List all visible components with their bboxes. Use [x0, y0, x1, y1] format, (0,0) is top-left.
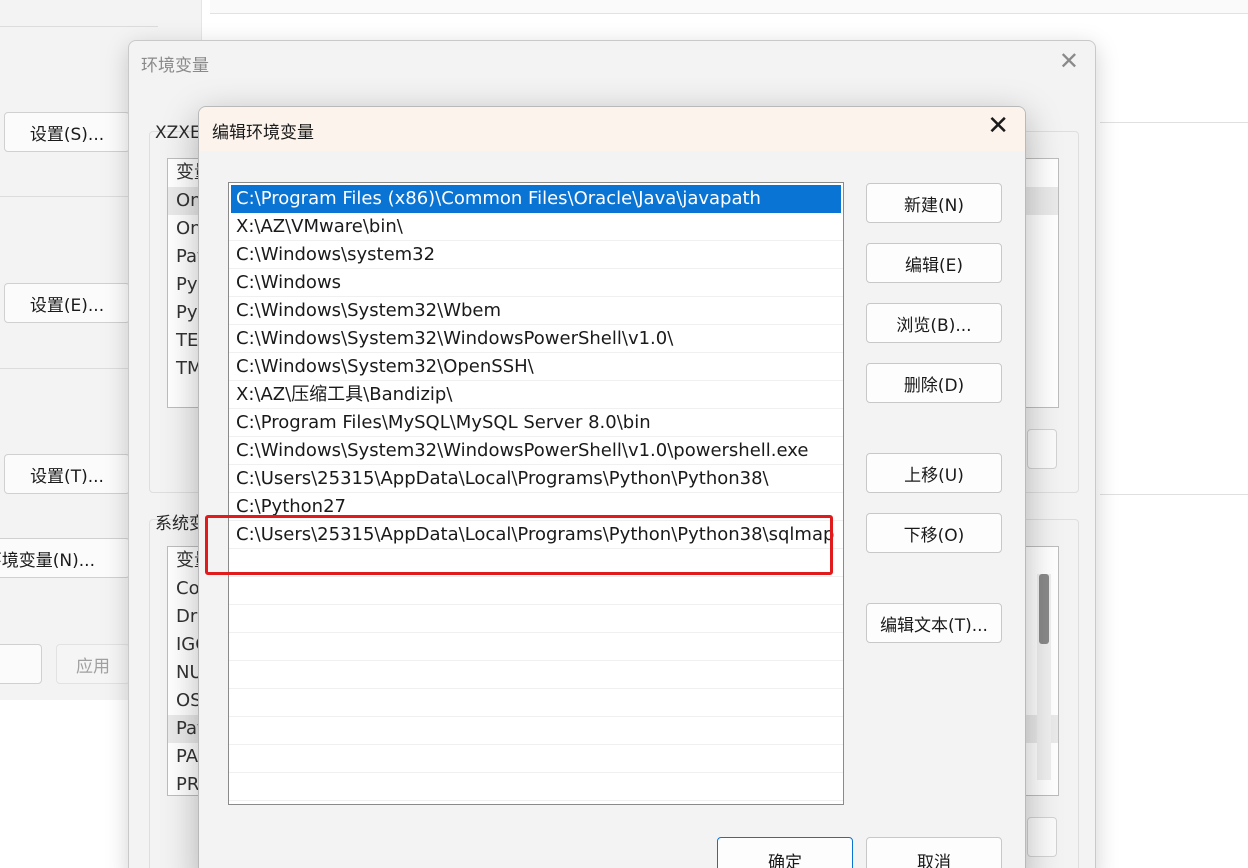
path-item[interactable]: C:\Windows\System32\Wbem — [229, 297, 843, 325]
top-strip — [210, 0, 1248, 14]
path-item[interactable]: C:\Python27 — [229, 493, 843, 521]
ok-button-bg[interactable] — [0, 644, 42, 684]
dialog-titlebar: 编辑环境变量 ✕ — [199, 107, 1025, 151]
path-item[interactable]: C:\Users\25315\AppData\Local\Programs\Py… — [229, 465, 843, 493]
path-item[interactable]: C:\Windows\system32 — [229, 241, 843, 269]
ok-button[interactable]: 确定 — [717, 837, 853, 868]
path-list[interactable]: C:\Program Files (x86)\Common Files\Orac… — [228, 182, 844, 805]
path-item[interactable]: C:\Windows\System32\WindowsPowerShell\v1… — [229, 325, 843, 353]
system-delete-button[interactable] — [1027, 817, 1057, 857]
empty-row[interactable] — [229, 633, 843, 661]
empty-row[interactable] — [229, 605, 843, 633]
divider — [1100, 122, 1248, 123]
user-delete-button[interactable] — [1027, 429, 1057, 469]
close-icon[interactable]: ✕ — [1059, 47, 1079, 75]
path-item[interactable]: C:\Windows — [229, 269, 843, 297]
scrollbar-thumb[interactable] — [1039, 574, 1049, 644]
edit-button[interactable]: 编辑(E) — [866, 243, 1002, 283]
move-up-button[interactable]: 上移(U) — [866, 453, 1002, 493]
path-item[interactable]: X:\AZ\压缩工具\Bandizip\ — [229, 381, 843, 409]
path-item[interactable]: C:\Windows\System32\OpenSSH\ — [229, 353, 843, 381]
env-vars-button[interactable]: 环境变量(N)... — [0, 538, 130, 578]
path-item[interactable]: X:\AZ\VMware\bin\ — [229, 213, 843, 241]
settings-t-button[interactable]: 设置(T)... — [4, 454, 130, 494]
new-button[interactable]: 新建(N) — [866, 183, 1002, 223]
path-item[interactable]: C:\Windows\System32\WindowsPowerShell\v1… — [229, 437, 843, 465]
empty-row[interactable] — [229, 577, 843, 605]
system-vars-scrollbar[interactable] — [1037, 574, 1051, 780]
cancel-button[interactable]: 取消 — [866, 837, 1002, 868]
empty-row[interactable] — [229, 549, 843, 577]
user-vars-label: XZXE — [155, 123, 201, 143]
close-icon[interactable]: ✕ — [987, 111, 1009, 141]
path-item[interactable]: C:\Users\25315\AppData\Local\Programs\Py… — [229, 521, 843, 549]
path-item[interactable]: C:\Program Files (x86)\Common Files\Orac… — [231, 185, 841, 213]
settings-e-button[interactable]: 设置(E)... — [4, 283, 130, 323]
apply-button[interactable]: 应用 — [56, 644, 130, 684]
empty-row[interactable] — [229, 689, 843, 717]
empty-row[interactable] — [229, 717, 843, 745]
divider — [1100, 494, 1248, 495]
settings-s-button[interactable]: 设置(S)... — [4, 112, 130, 152]
edit-env-var-dialog: 编辑环境变量 ✕ C:\Program Files (x86)\Common F… — [198, 106, 1026, 868]
browse-button[interactable]: 浏览(B)... — [866, 303, 1002, 343]
path-item[interactable]: C:\Program Files\MySQL\MySQL Server 8.0\… — [229, 409, 843, 437]
edit-text-button[interactable]: 编辑文本(T)... — [866, 603, 1002, 643]
group-divider — [0, 26, 158, 27]
move-down-button[interactable]: 下移(O) — [866, 513, 1002, 553]
delete-button[interactable]: 删除(D) — [866, 363, 1002, 403]
dialog-title: 编辑环境变量 — [212, 123, 314, 143]
empty-row[interactable] — [229, 745, 843, 773]
window-title: 环境变量 — [141, 56, 209, 76]
empty-row[interactable] — [229, 661, 843, 689]
empty-row[interactable] — [229, 773, 843, 801]
